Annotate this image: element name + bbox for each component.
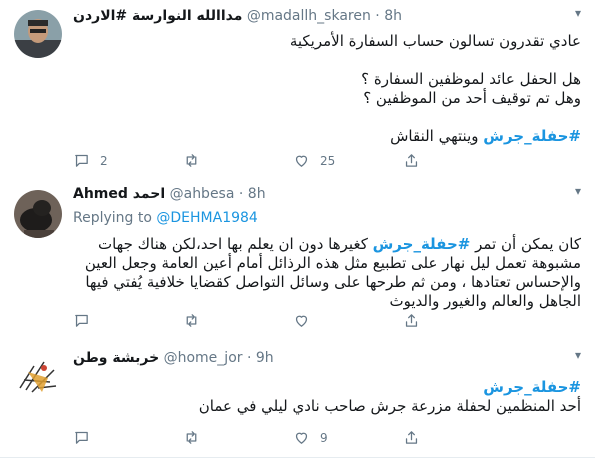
heart-icon [295,315,308,327]
timestamp[interactable]: 8h [384,8,402,24]
reply-button[interactable] [73,429,183,446]
hashtag-link[interactable]: #حفلة_جرش [483,378,581,396]
tweet-line: أحد المنظمين لحفلة مزرعة جرش صاحب نادي ل… [198,397,581,415]
retweet-icon [186,431,197,444]
replying-to: Replying to @DEHMA1984 [73,210,258,226]
heart-icon [295,155,308,167]
share-icon [405,431,418,444]
display-name[interactable]: خربشة وطن [73,350,159,366]
like-count: 9 [320,430,328,445]
reply-button[interactable]: 2 [73,152,183,169]
user-handle[interactable]: @ahbesa [170,186,235,202]
like-button[interactable]: 9 [293,429,403,446]
reply-count: 2 [100,153,108,168]
tweet-line: وينتهي النقاش [390,127,484,145]
retweet-button[interactable] [183,312,293,329]
chevron-down-icon[interactable]: ▾ [575,184,581,198]
share-icon [405,154,418,167]
user-handle[interactable]: @madallh_skaren [247,8,371,24]
chevron-down-icon[interactable]: ▾ [575,6,581,20]
tweet[interactable]: خربشة وطن @home_jor · 9h ▾ #حفلة_جرش أحد… [0,342,595,458]
retweet-icon [186,154,197,167]
replying-label: Replying to [73,210,152,226]
share-button[interactable] [403,312,513,329]
tweet-text-part: كان يمكن أن تمر [470,235,581,253]
tweet-line: وهل تم توقيف أحد من الموظفين ؟ [363,89,581,107]
avatar[interactable] [14,352,62,400]
hashtag-link[interactable]: #حفلة_جرش [373,235,471,253]
share-button[interactable] [403,152,513,169]
tweet[interactable]: Ahmed احمد @ahbesa · 8h ▾ Replying to @D… [0,178,595,343]
tweet-text: #حفلة_جرش أحد المنظمين لحفلة مزرعة جرش ص… [73,378,581,416]
display-name[interactable]: Ahmed احمد [73,186,165,202]
like-count: 25 [320,153,336,168]
share-button[interactable] [403,429,513,446]
tweet-header: Ahmed احمد @ahbesa · 8h [73,186,266,202]
tweet-header: مداالله النوارسة #الاردن @madallh_skaren… [73,8,402,24]
action-bar: 2 25 [73,152,513,169]
like-button[interactable]: 25 [293,152,403,169]
tweet-header: خربشة وطن @home_jor · 9h [73,350,274,366]
reply-icon [75,154,88,167]
reply-icon [75,314,88,327]
hashtag-link[interactable]: #حفلة_جرش [483,127,581,145]
user-handle[interactable]: @home_jor [164,350,243,366]
action-bar: 9 [73,429,513,446]
tweet-text: كان يمكن أن تمر #حفلة_جرش كغيرها دون ان … [73,235,581,311]
separator-dot: · [246,350,252,366]
avatar[interactable] [14,10,62,58]
action-bar [73,312,513,329]
separator-dot: · [375,8,380,24]
heart-icon [295,432,308,444]
replying-handle-link[interactable]: @DEHMA1984 [156,210,257,226]
tweet-text: عادي تقدرون تسالون حساب السفارة الأمريكي… [73,32,581,146]
tweet-line: عادي تقدرون تسالون حساب السفارة الأمريكي… [289,32,581,50]
like-button[interactable] [293,312,403,329]
timestamp[interactable]: 9h [256,350,274,366]
separator-dot: · [238,186,244,202]
tweet[interactable]: مداالله النوارسة #الاردن @madallh_skaren… [0,0,595,179]
retweet-button[interactable] [183,429,293,446]
retweet-icon [186,314,197,327]
reply-icon [75,431,88,444]
chevron-down-icon[interactable]: ▾ [575,348,581,362]
reply-button[interactable] [73,312,183,329]
avatar[interactable] [14,190,62,238]
retweet-button[interactable] [183,152,293,169]
display-name[interactable]: مداالله النوارسة #الاردن [73,8,242,24]
tweet-line: هل الحفل عائد لموظفين السفارة ؟ [361,70,581,88]
timestamp[interactable]: 8h [248,186,266,202]
share-icon [405,314,418,327]
